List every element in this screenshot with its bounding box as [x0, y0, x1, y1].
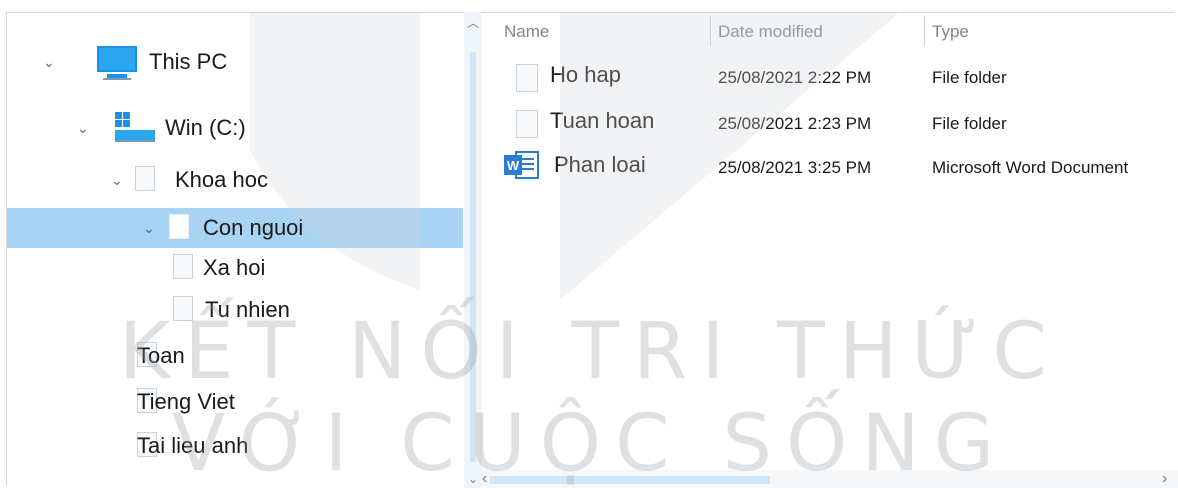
tree-item-khoa-hoc[interactable]: ⌄ Khoa hoc: [7, 160, 463, 200]
chevron-down-icon[interactable]: ⌄: [77, 121, 91, 135]
file-type: Microsoft Word Document: [932, 158, 1129, 177]
file-date: 25/08/2021 2:23 PM: [718, 114, 872, 133]
scroll-down-arrow-icon[interactable]: ⌄: [468, 470, 482, 488]
tree-vertical-scrollbar[interactable]: ︿: [464, 12, 482, 488]
list-horizontal-scrollbar[interactable]: ‹ ›: [482, 470, 1178, 488]
file-row-phan-loai[interactable]: W Phan loai 25/08/2021 3:25 PM Microsoft…: [482, 146, 1178, 190]
chevron-down-icon[interactable]: ⌄: [43, 55, 57, 69]
svg-text:W: W: [507, 158, 520, 173]
file-name: Tuan hoan: [550, 108, 655, 133]
file-row-ho-hap[interactable]: Ho hap 25/08/2021 2:22 PM File folder: [482, 58, 1178, 102]
tree-item-tu-nhien[interactable]: Tu nhien: [7, 290, 463, 330]
file-type: File folder: [932, 68, 1007, 87]
tree-item-tai-lieu-anh[interactable]: Tai lieu anh: [7, 426, 463, 466]
tree-item-label: Tieng Viet: [137, 389, 235, 414]
tree-item-con-nguoi[interactable]: ⌄ Con nguoi: [7, 208, 463, 248]
file-list-pane: Name Date modified Type Ho hap 25/08/202…: [482, 0, 1178, 488]
tree-item-label: Tu nhien: [205, 297, 290, 322]
column-separator[interactable]: [924, 16, 925, 46]
tree-item-tieng-viet[interactable]: Tieng Viet: [7, 382, 463, 422]
tree-item-label: Win (C:): [165, 115, 246, 140]
file-date: 25/08/2021 2:22 PM: [718, 68, 872, 87]
chevron-down-icon[interactable]: ⌄: [111, 173, 125, 187]
file-name: Phan loai: [554, 152, 646, 177]
tree-item-toan[interactable]: Toan: [7, 336, 463, 376]
folder-icon: [173, 296, 193, 321]
file-row-tuan-hoan[interactable]: Tuan hoan 25/08/2021 2:23 PM File folder: [482, 104, 1178, 148]
chevron-down-icon[interactable]: ⌄: [143, 221, 157, 235]
scrollbar-thumb[interactable]: [470, 52, 476, 462]
tree-item-label: Tai lieu anh: [137, 433, 249, 458]
folder-icon: [516, 64, 538, 92]
tree-item-label: This PC: [149, 49, 228, 74]
column-header-name[interactable]: Name: [504, 22, 549, 42]
file-type: File folder: [932, 114, 1007, 133]
navigation-pane: ⌄ This PC ⌄ Win (C:) ⌄ Khoa hoc ⌄ Con ng…: [0, 0, 466, 488]
tree-item-label: Con nguoi: [203, 215, 304, 240]
tree-item-this-pc[interactable]: ⌄ This PC: [7, 42, 463, 82]
column-header-date-modified[interactable]: Date modified: [718, 22, 823, 42]
file-name: Ho hap: [550, 62, 621, 87]
tree-item-label: Khoa hoc: [175, 167, 268, 192]
scroll-right-arrow-icon[interactable]: ›: [1162, 470, 1176, 488]
folder-icon: [516, 110, 538, 138]
column-header-type[interactable]: Type: [932, 22, 969, 42]
folder-icon: [169, 214, 189, 239]
column-separator[interactable]: [710, 16, 711, 46]
tree-item-xa-hoi[interactable]: Xa hoi: [7, 248, 463, 288]
scrollbar-thumb[interactable]: [490, 476, 770, 484]
scroll-up-arrow-icon[interactable]: ︿: [466, 14, 480, 30]
folder-icon: [173, 254, 193, 279]
monitor-icon: [97, 46, 137, 80]
word-document-icon: W: [504, 151, 539, 179]
file-date: 25/08/2021 3:25 PM: [718, 158, 872, 177]
tree-item-win-c[interactable]: ⌄ Win (C:): [7, 108, 463, 148]
tree-item-label: Xa hoi: [203, 255, 266, 280]
windows-drive-icon: [115, 112, 155, 142]
tree-item-label: Toan: [137, 343, 185, 368]
folder-icon: [135, 166, 155, 191]
